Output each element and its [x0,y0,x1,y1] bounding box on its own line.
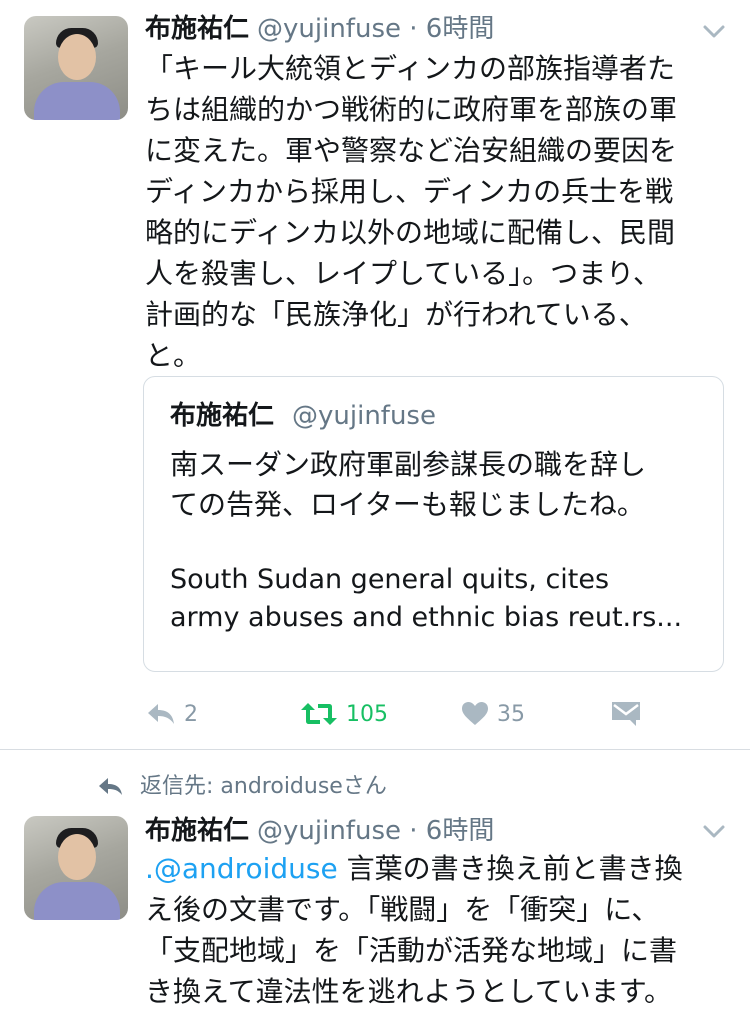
tweet-header: 布施祐仁 @yujinfuse · 6時間 [145,14,494,44]
reply-count: 2 [184,701,198,727]
quoted-author-handle: @yujinfuse [292,401,436,431]
heart-icon [462,702,488,725]
quoted-link-text: South Sudan general quits, cites army ab… [170,564,683,633]
tweet-header: 布施祐仁 @yujinfuse · 6時間 [145,816,494,846]
author-name[interactable]: 布施祐仁 [145,14,249,44]
author-name[interactable]: 布施祐仁 [145,816,249,846]
tweet-time[interactable]: 6時間 [426,14,495,44]
tweet-actions: 2 105 35 [0,698,750,730]
tweet[interactable]: 布施祐仁 @yujinfuse · 6時間 「キール大統領とディンカの部族指導者た… [0,0,750,750]
author-handle[interactable]: @yujinfuse [257,14,401,44]
avatar[interactable] [24,16,128,120]
direct-message-icon [612,702,640,726]
avatar[interactable] [24,816,128,920]
separator-dot: · [400,14,426,44]
like-button[interactable]: 35 [461,698,525,730]
separator-dot: · [400,816,426,846]
reply-to-label: 返信先: androiduseさん [140,774,387,799]
quoted-author-name: 布施祐仁 [170,401,275,431]
tweet-text: 「キール大統領とディンカの部族指導者た ちは組織的かつ戦術的に政府軍を部族の軍 … [145,52,678,372]
reply-button[interactable]: 2 [146,698,198,730]
direct-message-button[interactable] [610,698,650,730]
mention-link[interactable]: .@androiduse [145,852,338,885]
quoted-text: 南スーダン政府軍副参謀長の職を辞し ての告発、ロイターも報じましたね。 [170,448,647,521]
reply-arrow-icon [99,778,122,795]
like-count: 35 [497,701,525,727]
retweet-button[interactable]: 105 [300,698,388,730]
chevron-down-icon[interactable] [700,18,728,46]
tweet-divider [0,749,750,750]
tweet[interactable]: 布施祐仁 @yujinfuse · 6時間 .@androiduse 言葉の書き換… [0,806,750,1008]
tweet-text: .@androiduse 言葉の書き換え前と書き換 え後の文書です。「戦闘」を「… [145,848,725,1012]
author-handle[interactable]: @yujinfuse [257,816,401,846]
retweet-count: 105 [346,701,388,727]
tweet-time[interactable]: 6時間 [426,816,495,846]
quoted-tweet[interactable]: 布施祐仁 @yujinfuse 南スーダン政府軍副参謀長の職を辞し ての告発、ロ… [143,376,724,672]
retweet-icon [301,703,337,725]
chevron-down-icon[interactable] [700,818,728,846]
reply-icon [148,704,174,724]
reply-context[interactable]: 返信先: androiduseさん [98,772,387,802]
